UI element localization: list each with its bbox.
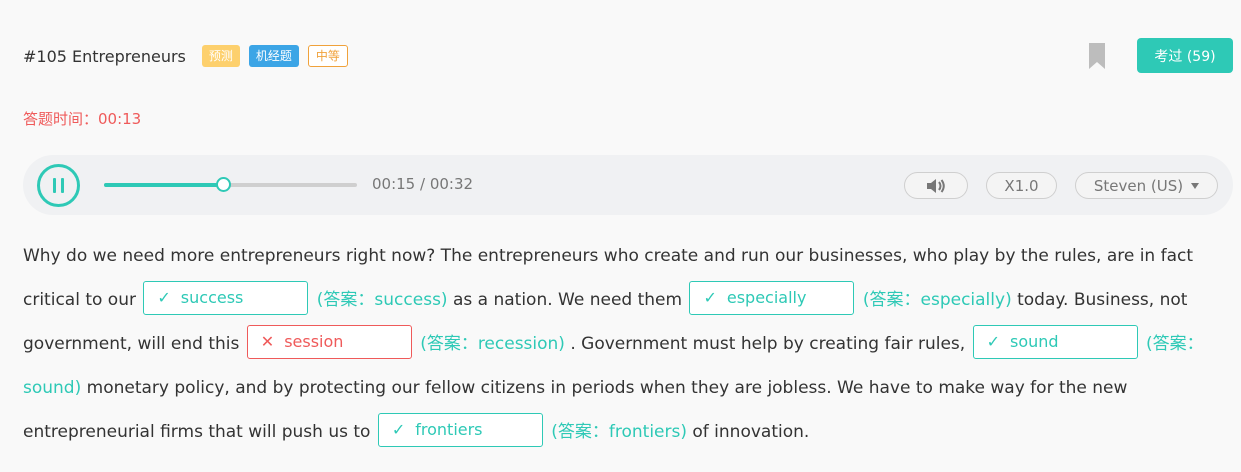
progress-track[interactable] [104, 177, 357, 192]
passed-exam-button[interactable]: 考过 (59) [1137, 38, 1233, 73]
voice-label: Steven (US) [1093, 176, 1184, 195]
correct-answer-3: (答案：recession) [420, 334, 565, 354]
blank-value: session [284, 332, 344, 351]
answer-blank-5[interactable]: ✓ frontiers [377, 413, 543, 447]
check-icon: ✓ [703, 288, 717, 307]
bookmark-icon[interactable] [1088, 42, 1106, 70]
blank-value: especially [726, 288, 807, 307]
cross-icon: ✕ [260, 332, 275, 351]
blank-value: success [180, 288, 244, 307]
correct-answer-2: (答案：especially) [862, 290, 1012, 310]
pause-icon [53, 178, 56, 193]
blank-value: frontiers [415, 420, 483, 439]
correct-answer-5: (答案：frontiers) [551, 422, 687, 442]
passage-segment: as a nation. We need them [452, 290, 683, 310]
caret-down-icon [1191, 182, 1200, 189]
question-header: #105 Entrepreneurs 预测 机经题 中等 [23, 42, 357, 70]
passage-segment: . Government must help by creating fair … [570, 334, 966, 354]
volume-button[interactable] [904, 172, 968, 199]
passage-text: Why do we need more entrepreneurs right … [23, 234, 1228, 454]
pause-button[interactable] [37, 164, 80, 207]
tag-forecast: 预测 [201, 45, 240, 67]
blank-value: sound [1010, 332, 1059, 351]
check-icon: ✓ [986, 332, 1000, 351]
time-display: 00:15 / 00:32 [372, 175, 474, 193]
check-icon: ✓ [391, 420, 406, 439]
answer-blank-3[interactable]: ✕ session [246, 325, 412, 359]
check-icon: ✓ [157, 288, 171, 307]
progress-handle[interactable] [215, 177, 231, 192]
progress-fill [104, 183, 223, 187]
correct-answer-1: (答案：success) [316, 290, 448, 310]
answer-blank-2[interactable]: ✓ especially [689, 281, 855, 315]
answer-blank-1[interactable]: ✓ success [143, 281, 309, 315]
volume-icon [927, 178, 945, 193]
pause-icon-bar [61, 178, 64, 193]
question-title: #105 Entrepreneurs [23, 46, 186, 66]
answer-blank-4[interactable]: ✓ sound [972, 325, 1138, 359]
tag-exam-question: 机经题 [248, 45, 299, 67]
tag-difficulty: 中等 [307, 45, 348, 67]
answer-timer: 答题时间：00:13 [23, 110, 142, 128]
playback-speed-button[interactable]: X1.0 [986, 172, 1057, 199]
audio-player: 00:15 / 00:32 X1.0 Steven (US) [23, 155, 1233, 215]
passage-segment: of innovation. [692, 422, 810, 442]
voice-select[interactable]: Steven (US) [1075, 172, 1218, 199]
